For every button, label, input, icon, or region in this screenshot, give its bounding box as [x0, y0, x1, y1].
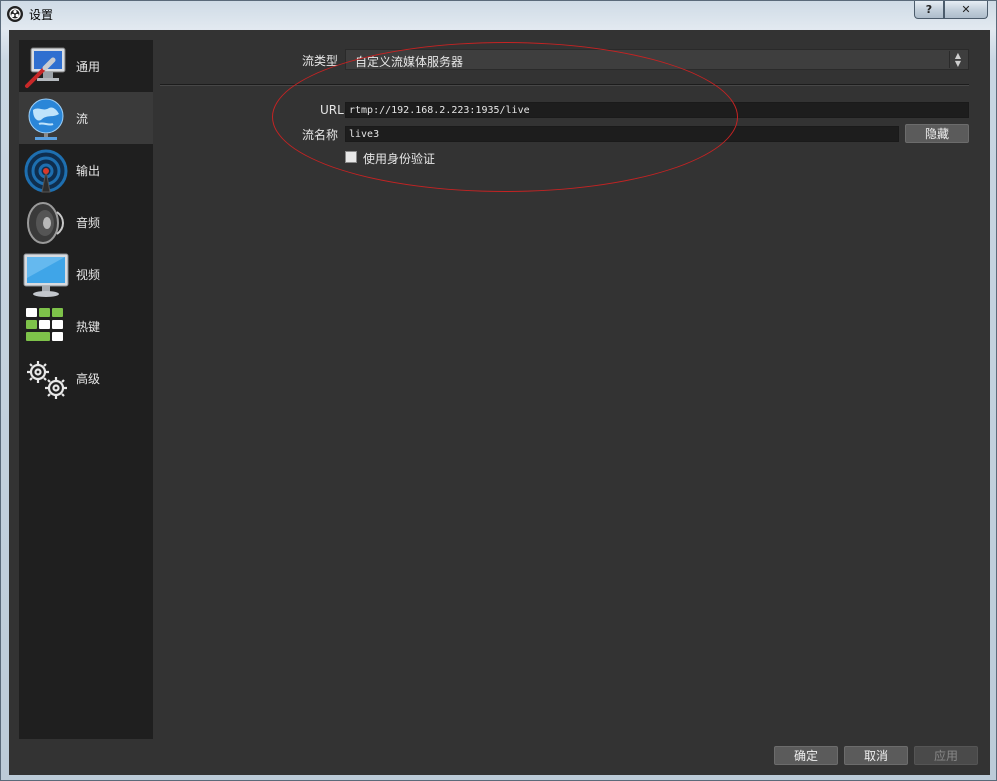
globe-icon: [28, 98, 64, 140]
stream-type-select[interactable]: 自定义流媒体服务器 ▲ ▼: [345, 49, 969, 70]
sidebar-item-stream[interactable]: 流: [19, 92, 153, 144]
cancel-button[interactable]: 取消: [844, 746, 908, 765]
gears-icon: [27, 361, 67, 399]
use-auth-label: 使用身份验证: [363, 152, 436, 166]
hide-key-button[interactable]: 隐藏: [905, 124, 969, 143]
sidebar-item-output[interactable]: 输出: [19, 144, 153, 196]
stream-key-label: 流名称: [302, 128, 339, 142]
url-label: URL: [320, 103, 344, 117]
keyboard-icon: [26, 308, 63, 341]
use-auth-checkbox[interactable]: [345, 151, 357, 163]
sidebar-item-label: 输出: [76, 164, 101, 178]
sidebar-item-audio[interactable]: 音频: [19, 196, 153, 248]
stream-type-label: 流类型: [302, 54, 339, 68]
section-divider: [160, 84, 969, 86]
monitor-icon: [23, 253, 69, 297]
obs-logo-icon: [7, 6, 23, 22]
sidebar-item-label: 音频: [76, 216, 101, 230]
url-input[interactable]: rtmp://192.168.2.223:1935/live: [345, 102, 969, 118]
sidebar-item-general[interactable]: 通用: [19, 40, 153, 92]
sidebar-item-label: 通用: [76, 60, 101, 74]
broadcast-icon: [24, 149, 68, 193]
ok-button[interactable]: 确定: [774, 746, 838, 765]
close-button[interactable]: ✕: [944, 1, 988, 19]
apply-button[interactable]: 应用: [914, 746, 978, 765]
sidebar-item-label: 热键: [76, 320, 101, 334]
window-title: 设置: [29, 8, 54, 22]
stream-type-value: 自定义流媒体服务器: [355, 55, 464, 69]
stream-key-input[interactable]: live3: [345, 126, 899, 142]
speaker-icon: [27, 202, 64, 244]
wrench-monitor-icon: [25, 47, 66, 88]
title-bar[interactable]: 设置 ? ✕: [1, 1, 997, 29]
sidebar-item-hotkeys[interactable]: 热键: [19, 300, 153, 352]
settings-sidebar: 通用 流 输出 音频 视频 热键 高级: [19, 40, 153, 739]
sidebar-item-label: 视频: [76, 268, 101, 282]
settings-client-area: 通用 流 输出 音频 视频 热键 高级 流类型 自定义流媒体服务器 ▲ ▼ UR…: [9, 30, 990, 775]
sidebar-item-advanced[interactable]: 高级: [19, 352, 153, 404]
settings-window: 设置 ? ✕ 通用 流 输出 音频 视频 热键 高级 流类型 自定义流媒体服务器…: [0, 0, 997, 781]
sidebar-item-label: 高级: [76, 372, 101, 386]
sidebar-item-video[interactable]: 视频: [19, 248, 153, 300]
updown-arrows-icon: ▲ ▼: [949, 51, 966, 68]
help-button[interactable]: ?: [914, 1, 944, 19]
sidebar-item-label: 流: [76, 112, 89, 126]
